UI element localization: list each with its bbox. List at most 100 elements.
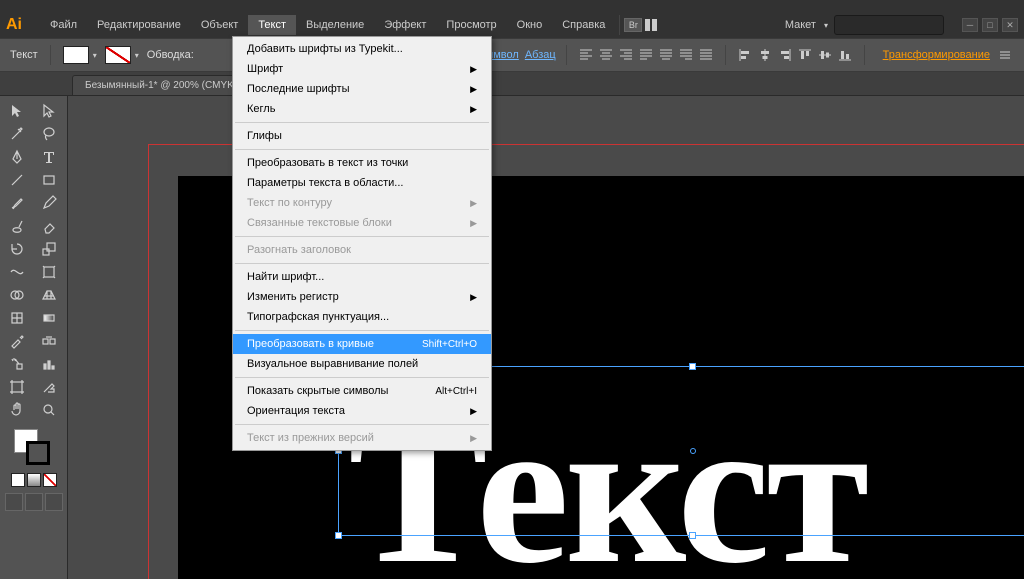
transform-panel-link[interactable]: Трансформирование [883,49,990,61]
justify-center-icon[interactable] [657,46,675,64]
obj-align-right-icon[interactable] [776,46,794,64]
menu-item[interactable]: Найти шрифт... [233,267,491,287]
draw-inside[interactable] [45,493,63,511]
menu-item-label: Найти шрифт... [247,271,324,283]
stroke-color[interactable] [26,441,50,465]
artboard-tool[interactable] [2,376,32,398]
resize-handle[interactable] [689,363,696,370]
close-button[interactable]: ✕ [1002,18,1018,32]
color-mode[interactable] [11,473,25,487]
obj-align-vcenter-icon[interactable] [816,46,834,64]
mesh-tool[interactable] [2,307,32,329]
minimize-button[interactable]: ─ [962,18,978,32]
paintbrush-tool[interactable] [2,192,32,214]
menu-effect[interactable]: Эффект [374,15,436,35]
free-transform-tool[interactable] [34,261,64,283]
menu-item-label: Добавить шрифты из Typekit... [247,43,403,55]
menu-object[interactable]: Объект [191,15,248,35]
gradient-tool[interactable] [34,307,64,329]
perspective-grid-tool[interactable] [34,284,64,306]
align-right-icon[interactable] [617,46,635,64]
menu-edit[interactable]: Редактирование [87,15,191,35]
menu-item[interactable]: Типографская пунктуация... [233,307,491,327]
document-tab[interactable]: Безымянный-1* @ 200% (CMYK/П [72,75,257,95]
menu-item[interactable]: Преобразовать в текст из точки [233,153,491,173]
chevron-down-icon[interactable]: ▾ [93,51,97,60]
scale-tool[interactable] [34,238,64,260]
menu-item-label: Ориентация текста [247,405,345,417]
chevron-down-icon[interactable]: ▾ [824,21,828,30]
justify-right-icon[interactable] [677,46,695,64]
menu-item[interactable]: Глифы [233,126,491,146]
menu-window[interactable]: Окно [507,15,553,35]
menu-separator [235,236,489,237]
draw-normal[interactable] [5,493,23,511]
resize-handle[interactable] [335,532,342,539]
menu-item[interactable]: Добавить шрифты из Typekit... [233,39,491,59]
menu-item[interactable]: Последние шрифты▶ [233,79,491,99]
obj-align-hcenter-icon[interactable] [756,46,774,64]
obj-align-left-icon[interactable] [736,46,754,64]
menu-item[interactable]: Шрифт▶ [233,59,491,79]
menu-view[interactable]: Просмотр [436,15,506,35]
gradient-mode[interactable] [27,473,41,487]
menu-item-label: Шрифт [247,63,283,75]
zoom-tool[interactable] [34,399,64,421]
menu-item[interactable]: Преобразовать в кривыеShift+Ctrl+O [233,334,491,354]
magic-wand-tool[interactable] [2,123,32,145]
eyedropper-tool[interactable] [2,330,32,352]
direct-selection-tool[interactable] [34,100,64,122]
line-tool[interactable] [2,169,32,191]
titlebar [0,0,1024,12]
width-tool[interactable] [2,261,32,283]
column-graph-tool[interactable] [34,353,64,375]
pen-tool[interactable] [2,146,32,168]
pencil-tool[interactable] [34,192,64,214]
none-mode[interactable] [43,473,57,487]
align-left-icon[interactable] [577,46,595,64]
rectangle-tool[interactable] [34,169,64,191]
lasso-tool[interactable] [34,123,64,145]
blob-brush-tool[interactable] [2,215,32,237]
bridge-icon[interactable]: Br [624,18,642,32]
selection-tool[interactable] [2,100,32,122]
obj-align-top-icon[interactable] [796,46,814,64]
stroke-swatch[interactable] [105,46,131,64]
menu-file[interactable]: Файл [40,15,87,35]
align-center-icon[interactable] [597,46,615,64]
symbol-sprayer-tool[interactable] [2,353,32,375]
menu-item[interactable]: Параметры текста в области... [233,173,491,193]
panel-menu-icon[interactable] [996,46,1014,64]
menu-select[interactable]: Выделение [296,15,374,35]
slice-tool[interactable] [34,376,64,398]
justify-left-icon[interactable] [637,46,655,64]
search-input[interactable] [834,15,944,35]
menu-item[interactable]: Показать скрытые символыAlt+Ctrl+I [233,381,491,401]
menu-item[interactable]: Кегль▶ [233,99,491,119]
type-tool[interactable] [34,146,64,168]
obj-align-bottom-icon[interactable] [836,46,854,64]
rotate-tool[interactable] [2,238,32,260]
menu-text[interactable]: Текст [248,15,296,35]
menu-item[interactable]: Визуальное выравнивание полей [233,354,491,374]
menu-item[interactable]: Ориентация текста ▶ [233,401,491,421]
workspace-label[interactable]: Макет [785,19,816,31]
paragraph-panel-link[interactable]: Абзац [525,49,556,61]
canvas[interactable]: Текст [68,96,1024,579]
blend-tool[interactable] [34,330,64,352]
fill-stroke-selector[interactable] [0,429,67,467]
menu-item[interactable]: Изменить регистр▶ [233,287,491,307]
chevron-down-icon[interactable]: ▾ [135,51,139,60]
eraser-tool[interactable] [34,215,64,237]
draw-behind[interactable] [25,493,43,511]
submenu-arrow-icon: ▶ [470,406,477,417]
justify-all-icon[interactable] [697,46,715,64]
document-tab-bar: Безымянный-1* @ 200% (CMYK/П [0,72,1024,96]
resize-handle[interactable] [689,532,696,539]
shape-builder-tool[interactable] [2,284,32,306]
arrange-docs-icon[interactable] [642,16,660,34]
hand-tool[interactable] [2,399,32,421]
menu-help[interactable]: Справка [552,15,615,35]
maximize-button[interactable]: □ [982,18,998,32]
fill-swatch[interactable] [63,46,89,64]
